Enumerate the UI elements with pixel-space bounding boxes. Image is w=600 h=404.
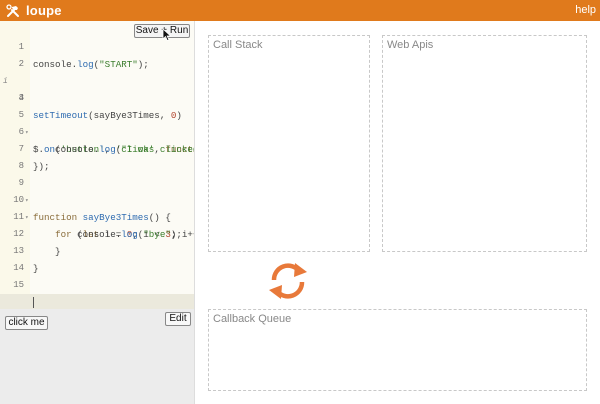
code-line[interactable]: i 3 setTimeout(sayBye3Times, 0): [0, 56, 194, 121]
code-line[interactable]: 9 ▾ function sayBye3Times() {: [0, 158, 194, 223]
event-loop-icon: [269, 263, 307, 299]
call-stack-panel: Call Stack: [208, 35, 370, 252]
code-line[interactable]: 6 console.log("I was clicked");: [0, 107, 194, 155]
code-line[interactable]: 5 ▾ $.on('button', 'click', function o: [0, 90, 194, 155]
code-editor[interactable]: 1 console.log("START"); 2 i 3 setTimeout…: [0, 21, 195, 309]
code-line[interactable]: 13 }: [0, 226, 194, 274]
mouse-pointer-icon: [162, 28, 172, 42]
callback-queue-panel: Callback Queue: [208, 309, 587, 391]
web-apis-title: Web Apis: [387, 39, 434, 51]
app-name: loupe: [26, 3, 62, 18]
help-link[interactable]: help: [575, 4, 596, 16]
web-apis-panel: Web Apis: [382, 35, 587, 252]
call-stack-title: Call Stack: [213, 39, 263, 51]
code-line[interactable]: 4: [0, 73, 194, 103]
edit-button[interactable]: Edit: [165, 312, 191, 326]
code-line[interactable]: 7 });: [0, 124, 194, 172]
text-cursor: [33, 297, 34, 308]
code-line[interactable]: 16: [0, 277, 194, 307]
code-line[interactable]: 11 console.log("bye");: [0, 192, 194, 240]
code-line[interactable]: 14: [0, 243, 194, 273]
code-line[interactable]: 8: [0, 141, 194, 171]
code-line[interactable]: 10 ▾ for (let i = 0; i < 3; i++) {: [0, 175, 194, 240]
hammer-wrench-icon: [6, 3, 19, 17]
brand[interactable]: loupe: [6, 2, 62, 19]
top-bar: loupe help: [0, 0, 600, 21]
code-line[interactable]: 12 }: [0, 209, 194, 257]
code-line-active[interactable]: 17: [0, 294, 194, 309]
callback-queue-title: Callback Queue: [213, 313, 292, 325]
code-line[interactable]: 15 console.log("END");: [0, 260, 194, 308]
click-me-button[interactable]: click me: [5, 316, 48, 330]
preview-panel: click me Edit: [0, 309, 195, 404]
